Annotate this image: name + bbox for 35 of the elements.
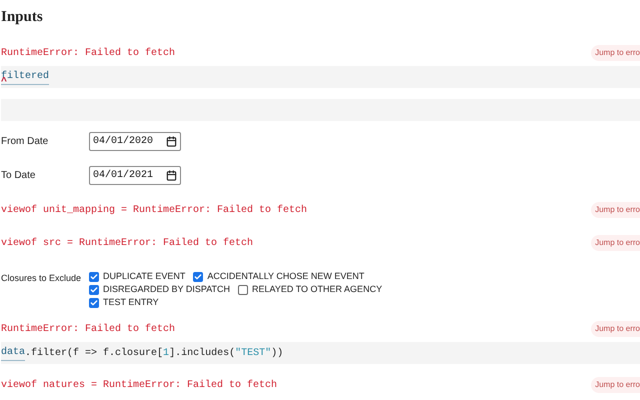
checkbox[interactable] xyxy=(238,284,248,294)
checkbox-label: DISREGARDED BY DISPATCH xyxy=(103,282,230,296)
checkbox[interactable] xyxy=(193,272,204,282)
code-text: )) xyxy=(271,346,284,360)
jump-to-error-button[interactable]: Jump to erro xyxy=(591,45,640,61)
error-message: RuntimeError: Failed to fetch xyxy=(1,322,176,336)
code-text: .filter(f => f.closure[ xyxy=(25,346,164,360)
jump-to-error-button[interactable]: Jump to erro xyxy=(591,377,640,393)
error-caret: ^ xyxy=(1,78,8,88)
section-heading: Inputs xyxy=(1,8,44,27)
jump-to-error-button[interactable]: Jump to erro xyxy=(591,235,640,251)
calendar-icon[interactable] xyxy=(166,136,177,146)
calendar-icon[interactable] xyxy=(166,170,177,180)
code-literal: 1 xyxy=(163,346,170,360)
checkbox[interactable] xyxy=(89,298,99,308)
checkbox-label: ACCIDENTALLY CHOSE NEW EVENT xyxy=(207,270,364,283)
error-message: viewof src = RuntimeError: Failed to fetch xyxy=(1,236,254,250)
checkbox-label: TEST ENTRY xyxy=(103,296,159,309)
checkbox-label: RELAYED TO OTHER AGENCY xyxy=(252,282,382,296)
error-message: RuntimeError: Failed to fetch xyxy=(1,46,176,60)
code-literal: "TEST" xyxy=(235,346,272,360)
checkbox-label: DUPLICATE EVENT xyxy=(103,270,186,283)
jump-to-error-button[interactable]: Jump to erro xyxy=(591,202,640,218)
error-message: viewof unit_mapping = RuntimeError: Failed to fetch xyxy=(1,204,308,218)
code-text: ].includes( xyxy=(169,346,236,360)
jump-to-error-button[interactable]: Jump to erro xyxy=(591,321,640,337)
date-field[interactable]: 04/01/2020 xyxy=(89,132,181,150)
checkbox[interactable] xyxy=(89,272,99,282)
field-label: From Date xyxy=(1,134,50,148)
error-message: viewof natures = RuntimeError: Failed to fetch xyxy=(1,378,278,392)
field-label: Closures to Exclude xyxy=(1,272,82,285)
code-reference: data xyxy=(1,345,26,361)
date-field[interactable]: 04/01/2021 xyxy=(89,166,181,184)
field-label: To Date xyxy=(1,168,36,182)
checkbox[interactable] xyxy=(89,284,99,294)
